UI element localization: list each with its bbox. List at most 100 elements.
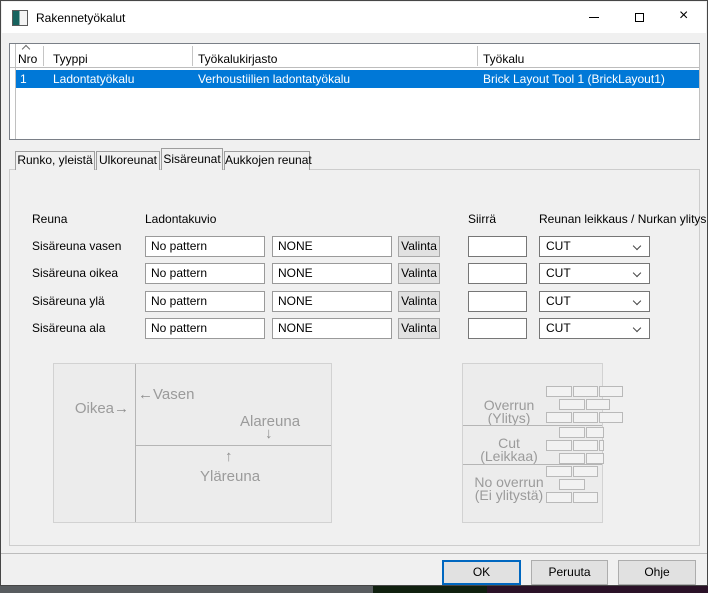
oikea-text: Oikea — [75, 400, 114, 417]
table-row-selected[interactable]: 1 Ladontatyökalu Verhoustiilien ladontat… — [16, 70, 699, 88]
brick — [559, 427, 585, 438]
dialog-window: Rakennetyökalut × Nro Tyyppi Työkalukirj… — [0, 0, 708, 586]
tab-sisareunat[interactable]: Sisäreunat — [161, 148, 223, 170]
dropdown-chevron-icon — [633, 242, 641, 250]
label-leikkaa: (Leikkaa) — [463, 450, 555, 463]
heading-cut: Reunan leikkaus / Nurkan ylitys — [539, 212, 706, 226]
cut-dropdown[interactable]: CUT — [539, 318, 650, 339]
library-field[interactable]: NONE — [272, 236, 392, 257]
heading-pattern: Ladontakuvio — [145, 212, 216, 226]
arrow-down-icon: ↓ — [265, 425, 273, 442]
cut-dropdown-value: CUT — [546, 239, 571, 253]
pattern-field[interactable]: No pattern — [145, 291, 265, 312]
brick — [559, 479, 585, 490]
brick — [599, 412, 623, 423]
heading-reuna: Reuna — [32, 212, 67, 226]
help-button[interactable]: Ohje — [618, 560, 696, 585]
cut-dropdown-value: CUT — [546, 266, 571, 280]
dropdown-chevron-icon — [633, 269, 641, 277]
cell-kirjasto: Verhoustiilien ladontatyökalu — [198, 70, 350, 88]
column-header-tyokalu[interactable]: Työkalu — [483, 52, 524, 66]
brick — [546, 386, 572, 397]
tab-aukkojen-reunat[interactable]: Aukkojen reunat — [224, 151, 310, 170]
label-ylareuna: Yläreuna — [200, 468, 260, 485]
library-field[interactable]: NONE — [272, 291, 392, 312]
wall-right-line — [135, 364, 136, 522]
edge-label: Sisäreuna ylä — [32, 291, 105, 312]
cut-dropdown[interactable]: CUT — [539, 263, 650, 284]
cut-dropdown[interactable]: CUT — [539, 236, 650, 257]
column-header-tyyppi[interactable]: Tyyppi — [53, 52, 88, 66]
app-icon — [12, 10, 28, 26]
tab-ulkoreunat[interactable]: Ulkoreunat — [96, 151, 160, 170]
edge-label: Sisäreuna vasen — [32, 236, 121, 257]
maximize-icon — [635, 13, 644, 22]
close-button[interactable]: × — [663, 2, 708, 33]
vasen-text: Vasen — [153, 386, 194, 403]
label-ei-ylitysta: (Ei ylitystä) — [463, 489, 555, 502]
desktop-background-strip — [0, 586, 708, 593]
library-field[interactable]: NONE — [272, 318, 392, 339]
brick — [586, 427, 604, 438]
pattern-field[interactable]: No pattern — [145, 318, 265, 339]
arrow-left-icon: ← — [138, 386, 153, 403]
minimize-button[interactable] — [571, 2, 617, 33]
cancel-button[interactable]: Peruuta — [531, 560, 608, 585]
arrow-up-icon: ↑ — [225, 448, 233, 465]
edge-label: Sisäreuna oikea — [32, 263, 118, 284]
cell-tyokalu: Brick Layout Tool 1 (BrickLayout1) — [483, 70, 665, 88]
brick — [599, 386, 623, 397]
arrow-right-icon: → — [114, 400, 129, 417]
valinta-button[interactable]: Valinta — [398, 318, 440, 339]
brick — [573, 440, 598, 451]
siirra-input[interactable] — [468, 236, 527, 257]
brick — [559, 453, 585, 464]
valinta-button[interactable]: Valinta — [398, 263, 440, 284]
ok-button[interactable]: OK — [442, 560, 521, 585]
cut-dropdown-value: CUT — [546, 321, 571, 335]
siirra-input[interactable] — [468, 263, 527, 284]
close-icon: × — [679, 7, 688, 25]
library-field[interactable]: NONE — [272, 263, 392, 284]
brick — [559, 399, 585, 410]
footer-divider — [1, 553, 707, 554]
heading-siirra: Siirrä — [468, 212, 496, 226]
table-edge-line — [699, 44, 700, 139]
overrun-diagram: Overrun (Ylitys) Cut (Leikkaa) No overru… — [462, 363, 603, 523]
brick — [573, 466, 598, 477]
desktop-segment — [373, 586, 487, 593]
brick — [573, 492, 598, 503]
brick — [546, 466, 572, 477]
label-vasen: ←Vasen — [138, 386, 194, 403]
brick — [573, 412, 598, 423]
cut-dropdown[interactable]: CUT — [539, 291, 650, 312]
pattern-field[interactable]: No pattern — [145, 236, 265, 257]
dropdown-chevron-icon — [633, 297, 641, 305]
valinta-button[interactable]: Valinta — [398, 291, 440, 312]
tab-runko-yleista[interactable]: Runko, yleistä — [15, 151, 95, 170]
siirra-input[interactable] — [468, 318, 527, 339]
desktop-segment — [487, 586, 708, 593]
valinta-button[interactable]: Valinta — [398, 236, 440, 257]
titlebar: Rakennetyökalut × — [2, 2, 706, 33]
brick — [573, 386, 598, 397]
minimize-icon — [589, 17, 599, 18]
edge-label: Sisäreuna ala — [32, 318, 105, 339]
table-edge-line — [15, 44, 16, 139]
column-separator — [192, 46, 193, 66]
column-header-kirjasto[interactable]: Työkalukirjasto — [198, 52, 277, 66]
brick — [546, 412, 572, 423]
column-separator — [477, 46, 478, 66]
header-divider — [10, 67, 699, 68]
pattern-field[interactable]: No pattern — [145, 263, 265, 284]
brick — [586, 453, 604, 464]
siirra-input[interactable] — [468, 291, 527, 312]
brick — [546, 492, 572, 503]
section-divider — [463, 425, 602, 426]
maximize-button[interactable] — [617, 2, 663, 33]
label-ylitys: (Ylitys) — [463, 412, 555, 425]
column-header-nro[interactable]: Nro — [18, 52, 37, 66]
dropdown-chevron-icon — [633, 324, 641, 332]
brick — [586, 399, 610, 410]
desktop-segment — [0, 586, 373, 593]
